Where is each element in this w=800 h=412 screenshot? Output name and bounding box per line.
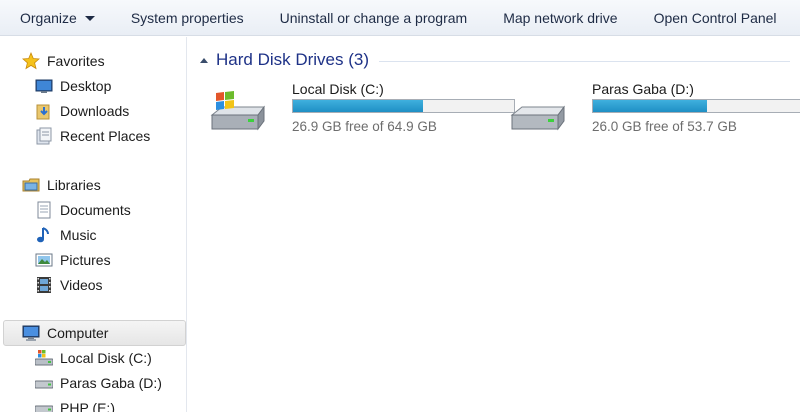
nav-item-paras-gaba-d[interactable]: Paras Gaba (D:) [34,371,162,395]
map-network-drive-button[interactable]: Map network drive [485,0,635,36]
uninstall-program-button[interactable]: Uninstall or change a program [262,0,486,36]
system-properties-button[interactable]: System properties [113,0,262,36]
drive-tile[interactable]: Local Disk (C:) 26.9 GB free of 64.9 GB [208,81,515,137]
drive-free-space: 26.0 GB free of 53.7 GB [592,119,737,134]
computer-icon [22,324,40,342]
nav-item-recent-places[interactable]: Recent Places [35,124,150,148]
nav-item-label: Downloads [60,103,130,119]
nav-favorites[interactable]: Favorites [22,49,105,73]
pictures-icon [35,251,53,269]
collapse-arrow-icon[interactable] [200,57,208,63]
windows-drive-icon [34,349,54,367]
film-strip-icon [35,276,53,294]
nav-computer-label: Computer [47,325,109,341]
organize-button[interactable]: Organize [0,0,113,36]
nav-item-videos[interactable]: Videos [35,273,103,297]
open-control-panel-button[interactable]: Open Control Panel [636,0,795,36]
hard-drive-icon [34,399,54,412]
content-pane: Hard Disk Drives (3) Local Disk (C:) 26.… [188,37,800,412]
command-bar: Organize System properties Uninstall or … [0,0,800,36]
recent-places-icon [35,127,53,145]
hard-drive-icon [508,89,566,133]
libraries-icon [22,176,40,194]
drive-name: Paras Gaba (D:) [592,81,694,97]
hard-drive-icon [34,374,54,392]
nav-item-label: Documents [60,202,131,218]
nav-item-label: PHP (E:) [60,400,115,412]
drive-usage-bar [592,99,800,113]
nav-favorites-label: Favorites [47,53,105,69]
music-note-icon [35,226,53,244]
nav-libraries[interactable]: Libraries [22,173,101,197]
nav-item-documents[interactable]: Documents [35,198,131,222]
nav-item-label: Music [60,227,97,243]
nav-item-local-disk-c[interactable]: Local Disk (C:) [34,346,152,370]
nav-item-music[interactable]: Music [35,223,97,247]
nav-item-label: Recent Places [60,128,151,144]
nav-item-php-e[interactable]: PHP (E:) [34,396,115,412]
nav-item-label: Desktop [60,78,112,94]
group-divider [379,60,790,62]
navigation-pane: Favorites Desktop Downloads Recent Place… [0,37,187,412]
nav-item-label: Paras Gaba (D:) [60,375,162,391]
desktop-icon [35,77,53,95]
group-title: Hard Disk Drives (3) [216,50,370,69]
nav-item-pictures[interactable]: Pictures [35,248,111,272]
nav-computer[interactable]: Computer [22,321,108,345]
drive-free-space: 26.9 GB free of 64.9 GB [292,119,437,134]
drive-usage-fill [293,100,423,112]
drive-usage-fill [593,100,708,112]
windows-drive-icon [208,89,266,133]
drive-usage-bar [292,99,515,113]
documents-icon [35,201,53,219]
nav-item-desktop[interactable]: Desktop [35,74,111,98]
chevron-down-icon [84,16,95,21]
organize-label: Organize [20,9,77,26]
nav-item-label: Local Disk (C:) [60,350,152,366]
nav-item-label: Videos [60,277,103,293]
drive-tile[interactable]: Paras Gaba (D:) 26.0 GB free of 53.7 GB [508,81,800,137]
drive-name: Local Disk (C:) [292,81,384,97]
nav-item-label: Pictures [60,252,111,268]
star-icon [22,51,40,70]
nav-libraries-label: Libraries [47,177,101,193]
downloads-folder-icon [35,102,53,120]
nav-item-downloads[interactable]: Downloads [35,99,129,123]
group-header[interactable]: Hard Disk Drives (3) [200,49,790,71]
